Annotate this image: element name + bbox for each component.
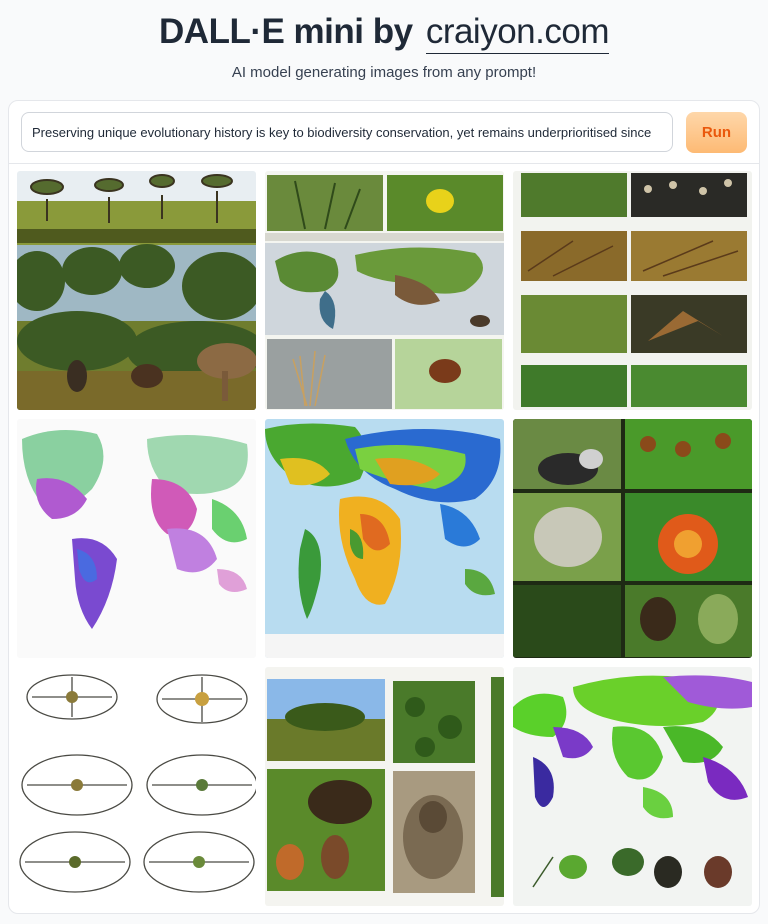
result-image-4[interactable] — [17, 419, 256, 658]
savanna-trees-and-animals-image — [17, 171, 256, 410]
result-image-3[interactable] — [513, 171, 752, 410]
result-image-7[interactable] — [17, 667, 256, 906]
result-image-8[interactable] — [265, 667, 504, 906]
page-subtitle: AI model generating images from any prom… — [231, 64, 537, 81]
run-button[interactable]: Run — [686, 112, 747, 153]
craiyon-link[interactable]: craiyon.com — [425, 12, 609, 54]
prompt-input[interactable] — [21, 112, 673, 152]
result-image-6[interactable] — [513, 419, 752, 658]
flower-sketch-diagram-image — [17, 667, 256, 906]
page-title: DALL·E mini by craiyon.com — [0, 10, 768, 54]
colorful-world-map-image — [17, 419, 256, 658]
header: DALL·E mini by craiyon.com AI model gene… — [0, 0, 768, 100]
title-text: DALL·E mini by — [159, 12, 413, 51]
result-image-5[interactable] — [265, 419, 504, 658]
green-world-map-with-plants-image — [513, 667, 752, 906]
result-image-1[interactable] — [17, 171, 256, 410]
generator-card: Run — [8, 100, 760, 914]
green-plants-and-flower-collage-image — [513, 419, 752, 658]
heatmap-world-map-image — [265, 419, 504, 658]
result-image-9[interactable] — [513, 667, 752, 906]
plant-collage-world-map-image — [265, 171, 504, 410]
prompt-bar: Run — [9, 101, 759, 164]
result-image-2[interactable] — [265, 171, 504, 410]
wildlife-photo-collage-image — [265, 667, 504, 906]
grass-plant-grid-collage-image — [513, 171, 752, 410]
